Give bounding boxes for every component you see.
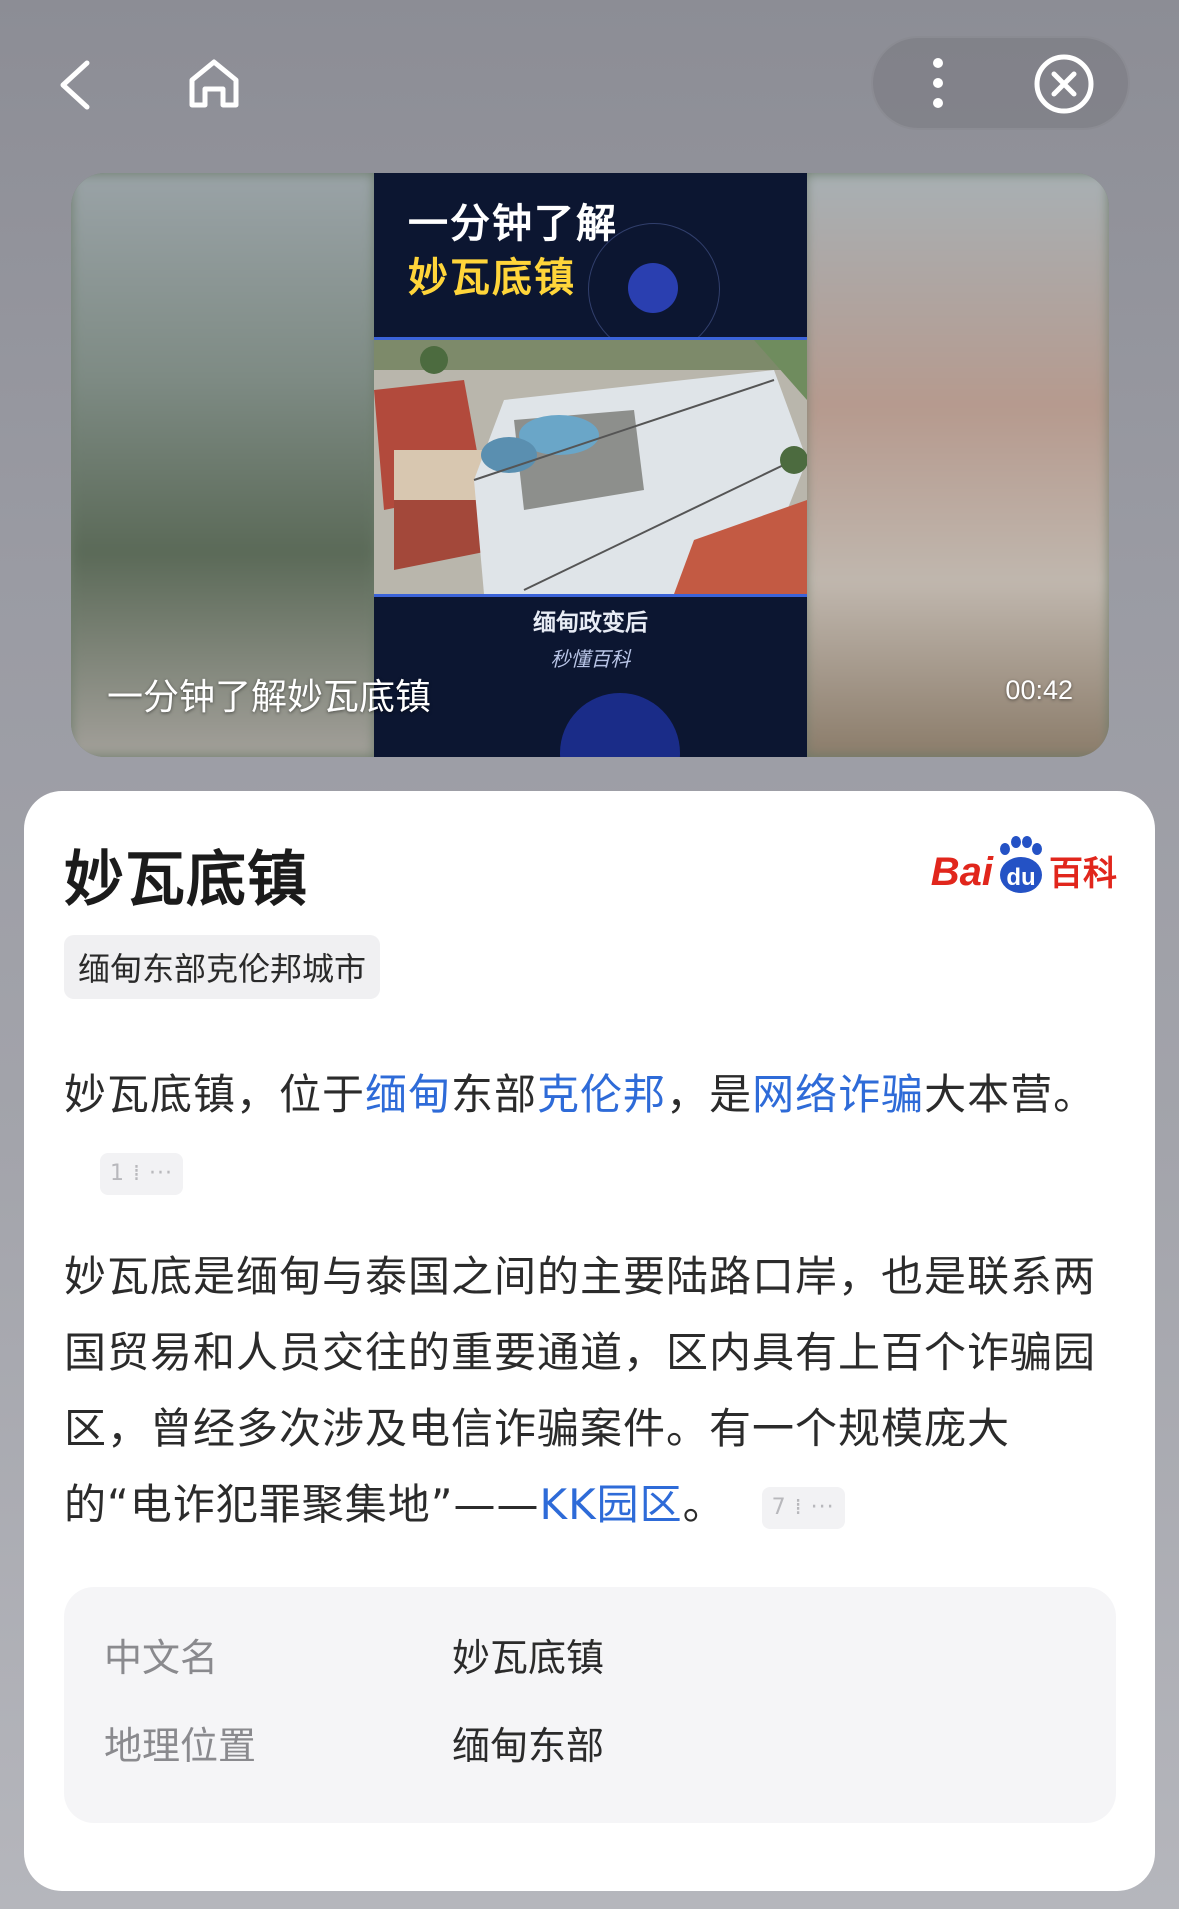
video-duration: 00:42 [1005,675,1073,705]
frame-title-line2: 妙瓦底镇 [408,255,576,301]
video-blurred-background-right [805,173,1109,757]
info-key: 地理位置 [104,1724,257,1768]
top-navigation-bar [0,0,1179,160]
info-box: 中文名 妙瓦底镇 地理位置 缅甸东部 [64,1587,1116,1823]
entry-title: 妙瓦底镇 [64,845,308,915]
frame-caption: 缅甸政变后 [533,610,648,636]
more-vertical-icon [933,58,943,108]
entry-subtitle-tag: 缅甸东部克伦邦城市 [64,935,381,999]
frame-watermark-logo: 秒懂百科 [550,647,631,671]
paragraph-text: 。 [682,1480,726,1529]
logo-text-bai: Bai [930,850,993,894]
home-button[interactable] [178,48,250,120]
video-player[interactable]: 一分钟了解 妙瓦底镇 缅甸政变后 秒懂百科 一分钟了解妙瓦底镇 00:42 [71,173,1109,757]
frame-decoration-circle [628,263,678,313]
summary-paragraph-2: 妙瓦底是缅甸与泰国之间的主要陆路口岸，也是联系两国贸易和人员交往的重要通道，区内… [64,1239,1114,1543]
link-kk-park[interactable]: KK园区 [540,1480,683,1529]
close-button[interactable] [1032,52,1096,116]
citation-badge-1[interactable]: 1 ⁞ ··· [100,1152,183,1195]
info-key: 中文名 [104,1636,219,1680]
paragraph-text: 妙瓦底镇，位于 [64,1070,366,1119]
link-online-fraud[interactable]: 网络诈骗 [752,1070,924,1119]
more-options-button[interactable] [905,50,971,116]
aerial-photo [374,337,807,597]
info-value: 缅甸东部 [452,1724,605,1768]
video-frame: 一分钟了解 妙瓦底镇 缅甸政变后 秒懂百科 [374,173,807,757]
paragraph-text: 东部 [451,1070,538,1119]
aerial-compound-image [374,340,807,594]
encyclopedia-card: 妙瓦底镇 Bai du 百科 缅甸东部克伦邦城市 妙瓦底镇，位于缅甸东部克伦邦，… [24,791,1155,1891]
link-kayin-state[interactable]: 克伦邦 [537,1070,666,1119]
info-value: 妙瓦底镇 [452,1636,605,1680]
chevron-left-icon [60,60,90,110]
frame-title-line1: 一分钟了解 [408,201,618,247]
paragraph-text: 大本营。 [924,1070,1097,1119]
close-circle-icon [1034,54,1094,114]
logo-text-baike: 百科 [1049,855,1117,893]
svg-text:du: du [1006,864,1035,891]
back-button[interactable] [45,50,105,120]
paw-icon: du [995,835,1045,895]
citation-badge-7[interactable]: 7 ⁞ ··· [761,1486,845,1529]
link-myanmar[interactable]: 缅甸 [365,1070,451,1119]
video-title: 一分钟了解妙瓦底镇 [107,677,432,718]
home-icon [189,59,239,108]
paragraph-text: ，是 [666,1070,753,1119]
baidu-baike-logo[interactable]: Bai du 百科 [931,835,1117,895]
summary-paragraph-1: 妙瓦底镇，位于缅甸东部克伦邦，是网络诈骗大本营。 1 ⁞ ··· [64,1057,1114,1209]
frame-decoration-bottom-circle [560,693,680,757]
